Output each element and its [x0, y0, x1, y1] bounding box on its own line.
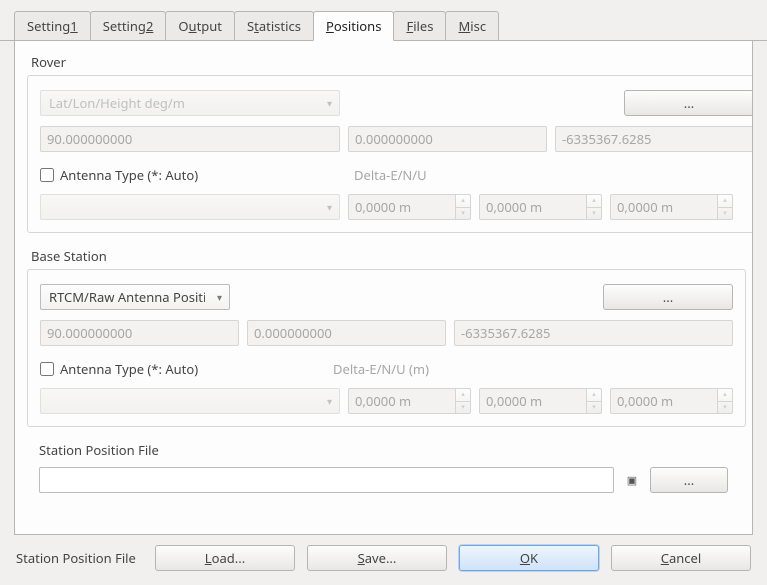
base-group: RTCM/Raw Antenna Position ... Antenna Ty… [27, 269, 746, 427]
base-offset-e-spinner: ▴▾ [456, 388, 471, 414]
rover-coord1-field [40, 126, 340, 152]
base-delta-label: Delta-E/N/U (m) [333, 360, 733, 378]
rover-format-select: Lat/Lon/Height deg/m [40, 90, 340, 116]
station-file-group: Station Position File ▣ ... [27, 439, 740, 505]
rover-antenna-type-checkbox[interactable]: Antenna Type (*: Auto) [40, 166, 198, 184]
rover-coord3-field [555, 126, 753, 152]
rover-coord2-field [348, 126, 547, 152]
tab-positions[interactable]: Positions [313, 11, 395, 41]
base-format-select[interactable]: RTCM/Raw Antenna Position [40, 284, 230, 310]
rover-browse-button[interactable]: ... [624, 90, 753, 116]
tab-statistics[interactable]: Statistics [234, 11, 314, 41]
tab-setting2[interactable]: Setting2 [90, 11, 167, 41]
rover-offset-n-spinner: ▴▾ [587, 194, 602, 220]
base-offset-n-spinner: ▴▾ [587, 388, 602, 414]
base-section-label: Base Station [27, 245, 752, 269]
tab-setting1[interactable]: Setting1 [14, 11, 91, 41]
load-button[interactable]: Load... [155, 545, 295, 571]
footer-label: Station Position File [16, 549, 136, 567]
rover-offset-u-field [610, 194, 718, 220]
base-antenna-type-checkbox[interactable]: Antenna Type (*: Auto) [40, 360, 198, 378]
rover-antenna-type-select [40, 194, 340, 220]
rover-offset-n-field [479, 194, 587, 220]
rover-section-label: Rover [27, 51, 752, 75]
tab-bar: Setting1 Setting2 Output Statistics Posi… [0, 0, 767, 41]
station-file-label: Station Position File [39, 439, 728, 467]
station-file-view-icon[interactable]: ▣ [622, 470, 642, 490]
base-offset-n-field [479, 388, 587, 414]
base-offset-u-spinner: ▴▾ [718, 388, 733, 414]
base-antenna-type-select [40, 388, 340, 414]
station-file-field[interactable] [39, 467, 614, 493]
dialog-footer: Station Position File Load... Save... OK… [0, 535, 767, 585]
rover-offset-e-spinner: ▴▾ [456, 194, 471, 220]
save-button[interactable]: Save... [307, 545, 447, 571]
tab-output[interactable]: Output [165, 11, 235, 41]
cancel-button[interactable]: Cancel [611, 545, 751, 571]
tab-misc[interactable]: Misc [445, 11, 499, 41]
ok-button[interactable]: OK [459, 545, 599, 571]
base-browse-button[interactable]: ... [603, 284, 733, 310]
rover-offset-u-spinner: ▴▾ [718, 194, 733, 220]
base-offset-e-field [348, 388, 456, 414]
base-offset-u-field [610, 388, 718, 414]
tab-files[interactable]: Files [393, 11, 446, 41]
rover-offset-e-field [348, 194, 456, 220]
rover-group: Lat/Lon/Height deg/m ... Antenna Type (*… [27, 75, 753, 233]
rover-delta-label: Delta-E/N/U [354, 166, 753, 184]
base-coord3-field [454, 320, 733, 346]
base-coord2-field [247, 320, 446, 346]
station-file-browse-button[interactable]: ... [650, 467, 728, 493]
base-coord1-field [40, 320, 239, 346]
